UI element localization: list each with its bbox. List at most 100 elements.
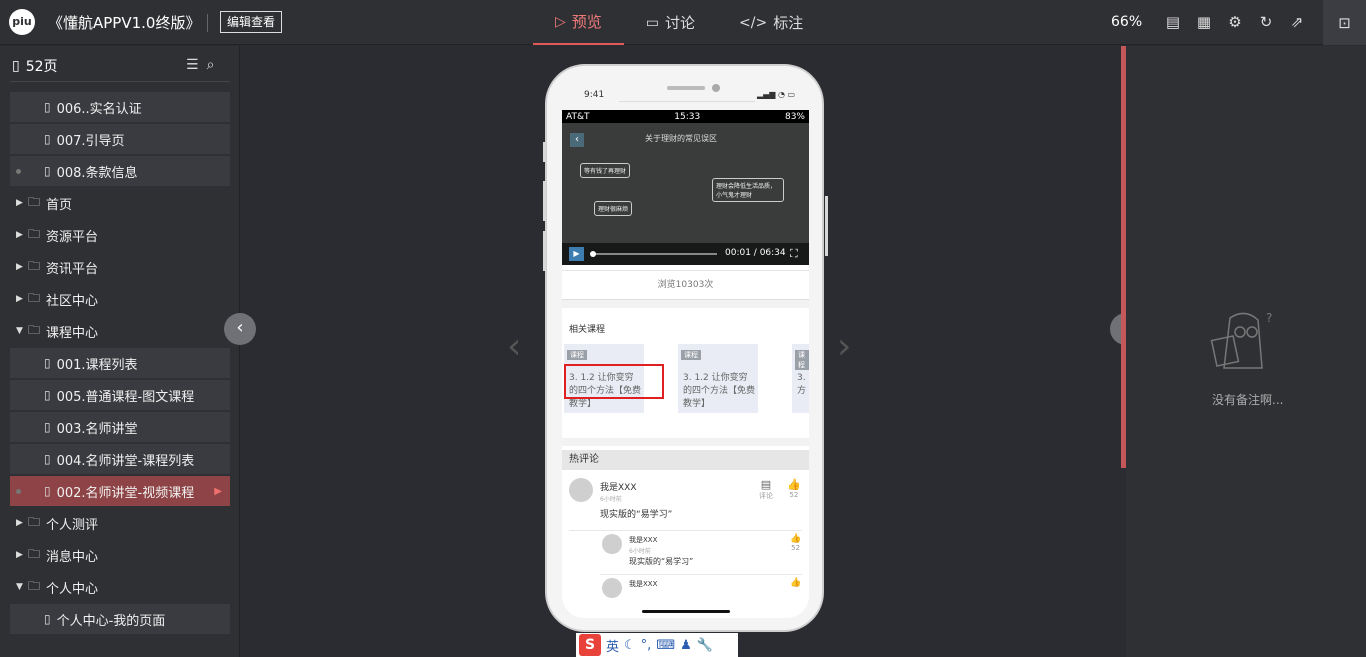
sidebar-page-item[interactable]: ▯ 个人中心-我的页面: [10, 604, 230, 634]
presentation-icon: ⊡: [1338, 13, 1351, 32]
wrench-icon[interactable]: 🔧: [697, 638, 713, 653]
sidebar-page-item[interactable]: ▯ 006..实名认证: [10, 92, 230, 122]
view-count: 浏览10303次: [562, 270, 809, 300]
tab-annotate[interactable]: </> 标注: [717, 0, 825, 45]
fullscreen-icon[interactable]: ⛶: [790, 247, 798, 261]
next-page-ghost-icon: ›: [837, 326, 852, 367]
prev-page-button[interactable]: ‹: [224, 313, 256, 345]
avatar[interactable]: [602, 534, 622, 554]
course-card[interactable]: 课程 3. 方: [792, 344, 809, 413]
refresh-icon[interactable]: ↻: [1256, 12, 1276, 32]
sidebar-item-label: 007.引导页: [56, 133, 125, 149]
related-courses-title: 相关课程: [569, 325, 606, 335]
comment-time: 6小时前: [629, 548, 651, 555]
caret-right-icon[interactable]: ▶: [16, 518, 26, 528]
sidebar-page-item[interactable]: ▯ 007.引导页: [10, 124, 230, 154]
sidebar-item-label: 008.条款信息: [56, 165, 138, 181]
like-button[interactable]: 👍 52: [787, 478, 801, 499]
edit-view-button[interactable]: 编辑查看: [220, 11, 282, 33]
sidebar-folder-item[interactable]: ▶ 🗀 个人测评: [10, 508, 230, 538]
sidebar-page-item[interactable]: ▯ 002.名师讲堂-视频课程 ▶: [10, 476, 230, 506]
caret-right-icon[interactable]: ▶: [16, 262, 26, 272]
play-outline-icon: ▷: [555, 13, 566, 30]
page-icon: ▯: [44, 132, 51, 146]
sidebar-folder-item[interactable]: ▼ 🗀 课程中心: [10, 316, 230, 346]
caret-right-icon[interactable]: ▶: [16, 294, 26, 304]
prev-page-ghost-icon: ‹: [507, 326, 522, 367]
search-icon[interactable]: ⌕: [207, 57, 215, 73]
chalk-note: 理财很麻烦: [594, 201, 633, 216]
hot-comments-title: 热评论: [562, 450, 809, 470]
folder-icon: 🗀: [28, 290, 41, 305]
chalk-note: 等有钱了再理财: [580, 163, 631, 178]
punctuation-icon[interactable]: °,: [641, 638, 652, 653]
grid-icon[interactable]: ▦: [1194, 12, 1214, 32]
play-icon[interactable]: ▶: [569, 247, 584, 261]
comment-author: 我是XXX: [629, 536, 658, 544]
caret-right-icon[interactable]: ▶: [16, 230, 26, 240]
comment-author: 我是XXX: [600, 483, 637, 493]
caret-down-icon[interactable]: ▼: [16, 326, 26, 336]
keyboard-icon[interactable]: ⌨: [656, 638, 675, 653]
caret-right-icon[interactable]: ▶: [16, 550, 26, 560]
status-dot: [16, 488, 21, 494]
caret-down-icon[interactable]: ▼: [16, 582, 26, 592]
share-icon[interactable]: ⇗: [1287, 12, 1307, 32]
home-indicator[interactable]: [642, 610, 730, 613]
thumbs-up-icon: 👍: [790, 534, 802, 544]
sidebar-item-label: 004.名师讲堂-课程列表: [56, 453, 195, 469]
phone-side-button: [543, 142, 546, 162]
svg-text:?: ?: [1266, 311, 1272, 325]
video-player[interactable]: ‹ 关于理财的常见误区 等有钱了再理财 理财会降低生活品质，小气鬼才理财 理财很…: [562, 123, 809, 265]
sidebar-folder-item[interactable]: ▶ 🗀 首页: [10, 188, 230, 218]
avatar[interactable]: [569, 478, 593, 502]
folder-icon: 🗀: [28, 322, 41, 337]
sidebar-page-item[interactable]: ▯ 003.名师讲堂: [10, 412, 230, 442]
course-badge: 课程: [681, 350, 701, 360]
sidebar-folder-item[interactable]: ▶ 🗀 社区中心: [10, 284, 230, 314]
sidebar-folder-item[interactable]: ▶ 🗀 资源平台: [10, 220, 230, 250]
moon-icon[interactable]: ☾: [624, 638, 636, 653]
filter-list-icon[interactable]: ☰: [186, 57, 199, 73]
phone-notch-time: 9:41: [584, 90, 605, 100]
sidebar-page-item[interactable]: ▯ 004.名师讲堂-课程列表: [10, 444, 230, 474]
divider: [569, 530, 802, 531]
sidebar-folder-item[interactable]: ▶ 🗀 消息中心: [10, 540, 230, 570]
course-badge: 课程: [567, 350, 587, 360]
section-gap: [562, 300, 809, 308]
app-logo[interactable]: piu: [9, 9, 35, 35]
course-card[interactable]: 课程 3. 1.2 让你变穷的四个方法【免费教学】: [678, 344, 758, 413]
user-icon[interactable]: ♟: [680, 638, 692, 653]
presentation-button[interactable]: ⊡: [1323, 0, 1366, 45]
sidebar-folder-item[interactable]: ▶ 🗀 资讯平台: [10, 252, 230, 282]
sidebar-page-item[interactable]: ▯ 001.课程列表: [10, 348, 230, 378]
folder-icon: 🗀: [28, 514, 41, 529]
sidebar-item-label: 消息中心: [46, 549, 99, 565]
sidebar-page-item[interactable]: ▯ 005.普通课程-图文课程: [10, 380, 230, 410]
caret-right-icon[interactable]: ▶: [16, 198, 26, 208]
clipboard-icon[interactable]: ▤: [1163, 12, 1183, 32]
divider: [600, 574, 802, 575]
gear-icon[interactable]: ⚙: [1225, 12, 1245, 32]
sidebar-folder-item[interactable]: ▼ 🗀 个人中心: [10, 572, 230, 602]
avatar[interactable]: [602, 578, 622, 598]
back-arrow-icon[interactable]: ‹: [570, 133, 584, 147]
zoom-level[interactable]: 66%: [1111, 14, 1142, 30]
page-icon: ▯: [44, 164, 51, 178]
divider: [207, 14, 208, 32]
like-button[interactable]: 👍: [790, 578, 801, 588]
ime-logo-icon[interactable]: S: [579, 634, 601, 656]
phone-frame: 9:41 ▂▄▆ ◔ ▭ AT&T 15:33 83% ‹ 关于理财的常见误区 …: [543, 64, 828, 632]
progress-knob[interactable]: [590, 251, 596, 257]
phone-side-button: [543, 231, 546, 271]
like-button[interactable]: 👍 52: [790, 534, 801, 552]
carrier-label: AT&T: [566, 111, 590, 122]
video-progress[interactable]: [590, 251, 717, 257]
tab-preview[interactable]: ▷ 预览: [533, 0, 624, 45]
comment-time: 6小时前: [600, 496, 622, 503]
sidebar-item-label: 002.名师讲堂-视频课程: [56, 485, 195, 501]
comment-button[interactable]: ▤ 评论: [759, 478, 773, 501]
ime-language-toggle[interactable]: 英: [606, 636, 619, 655]
tab-discuss[interactable]: ▭ 讨论: [624, 0, 717, 45]
sidebar-page-item[interactable]: ▯ 008.条款信息: [10, 156, 230, 186]
